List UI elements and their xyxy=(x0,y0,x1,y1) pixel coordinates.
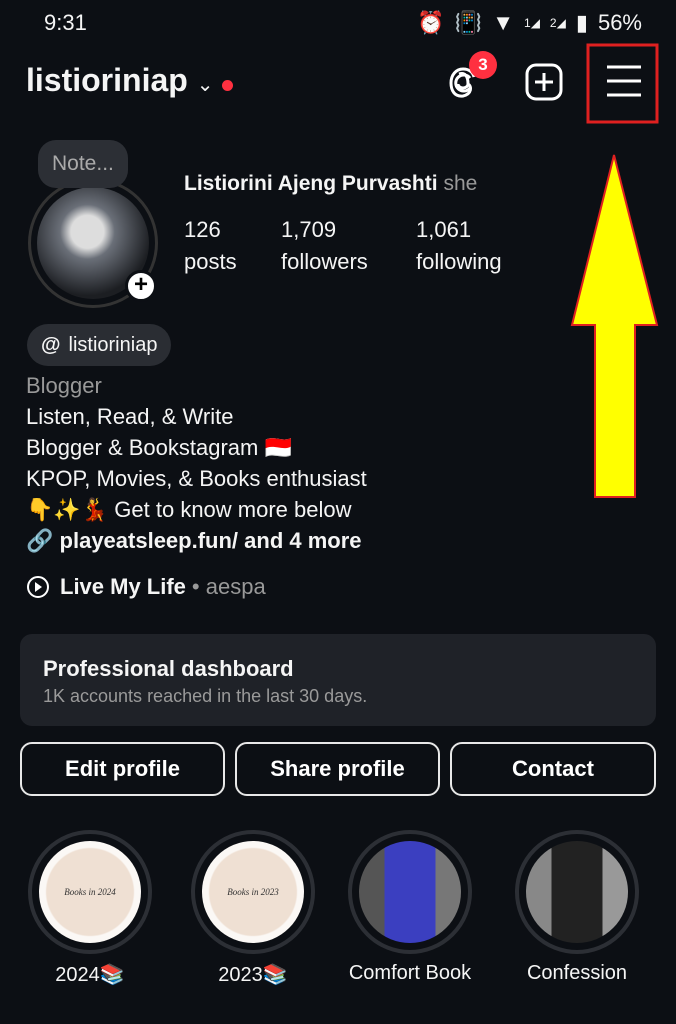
pronouns: she xyxy=(443,172,478,195)
category: Blogger xyxy=(26,373,102,398)
edit-profile-button[interactable]: Edit profile xyxy=(20,742,225,796)
link-icon: 🔗 xyxy=(26,528,54,553)
stat-posts[interactable]: 126 posts xyxy=(184,214,237,278)
stat-following[interactable]: 1,061 following xyxy=(416,214,502,278)
song-title: Live My Life xyxy=(60,574,186,599)
highlight-cover: Books in 2023 xyxy=(202,841,304,943)
highlight-cover: Books in 2024 xyxy=(39,841,141,943)
stat-followers[interactable]: 1,709 followers xyxy=(281,214,368,278)
share-profile-button[interactable]: Share profile xyxy=(235,742,440,796)
highlight-cover xyxy=(359,841,461,943)
bio-line: Blogger & Bookstagram 🇮🇩 xyxy=(26,435,292,460)
bio-line: 👇✨💃 Get to know more below xyxy=(26,497,352,522)
threads-icon: @ xyxy=(41,333,61,356)
threads-profile-chip[interactable]: @ listioriniap xyxy=(27,324,172,366)
contact-button[interactable]: Contact xyxy=(450,742,656,796)
highlight-cover xyxy=(526,841,628,943)
arrow-annotation xyxy=(570,154,659,498)
bio-link[interactable]: 🔗 playeatsleep.fun/ and 4 more xyxy=(26,525,367,556)
highlight-2023[interactable]: Books in 2023 2023📚 xyxy=(191,830,315,987)
highlight-confession[interactable]: Confession xyxy=(515,830,639,985)
professional-dashboard[interactable]: Professional dashboard 1K accounts reach… xyxy=(20,634,656,726)
bio-line: KPOP, Movies, & Books enthusiast xyxy=(26,466,367,491)
bio: Blogger Listen, Read, & Write Blogger & … xyxy=(26,370,367,556)
profile-music[interactable]: Live My Life • aespa xyxy=(26,574,266,600)
song-artist: • aespa xyxy=(191,574,266,599)
highlight-comfort-book[interactable]: Comfort Book xyxy=(348,830,472,985)
highlight-box xyxy=(586,43,659,124)
bio-line: Listen, Read, & Write xyxy=(26,404,234,429)
full-name: Listiorini Ajeng Purvashti she xyxy=(184,172,478,195)
highlight-2024[interactable]: Books in 2024 2024📚 xyxy=(28,830,152,987)
add-story-button[interactable]: + xyxy=(125,270,157,302)
note-bubble[interactable]: Note... xyxy=(38,140,128,188)
play-circle-icon xyxy=(27,576,49,598)
